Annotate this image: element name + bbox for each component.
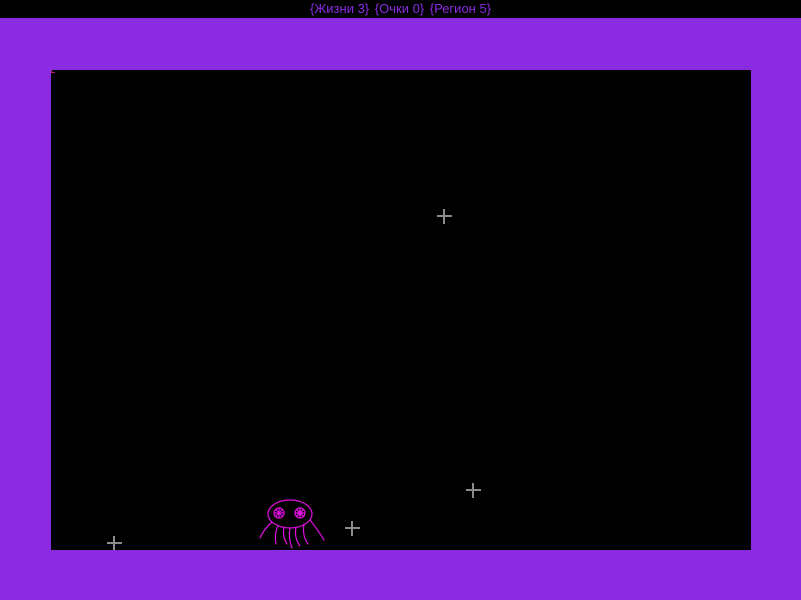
game-screen: {Жизни 3} {Очки 0} {Регион 5} <box>0 0 801 600</box>
status-bar: {Жизни 3} {Очки 0} {Регион 5} <box>0 0 801 18</box>
corner-marker <box>51 70 55 73</box>
star-icon <box>437 209 452 224</box>
lives-counter: {Жизни 3} <box>309 1 370 16</box>
star-icon <box>466 483 481 498</box>
star-icon <box>107 536 122 550</box>
score-counter: {Очки 0} <box>374 1 425 16</box>
playfield[interactable] <box>51 70 751 550</box>
jellyfish-icon <box>259 499 325 549</box>
region-counter: {Регион 5} <box>429 1 492 16</box>
star-icon <box>345 521 360 536</box>
hud-status: {Жизни 3} {Очки 0} {Регион 5} <box>309 0 492 17</box>
